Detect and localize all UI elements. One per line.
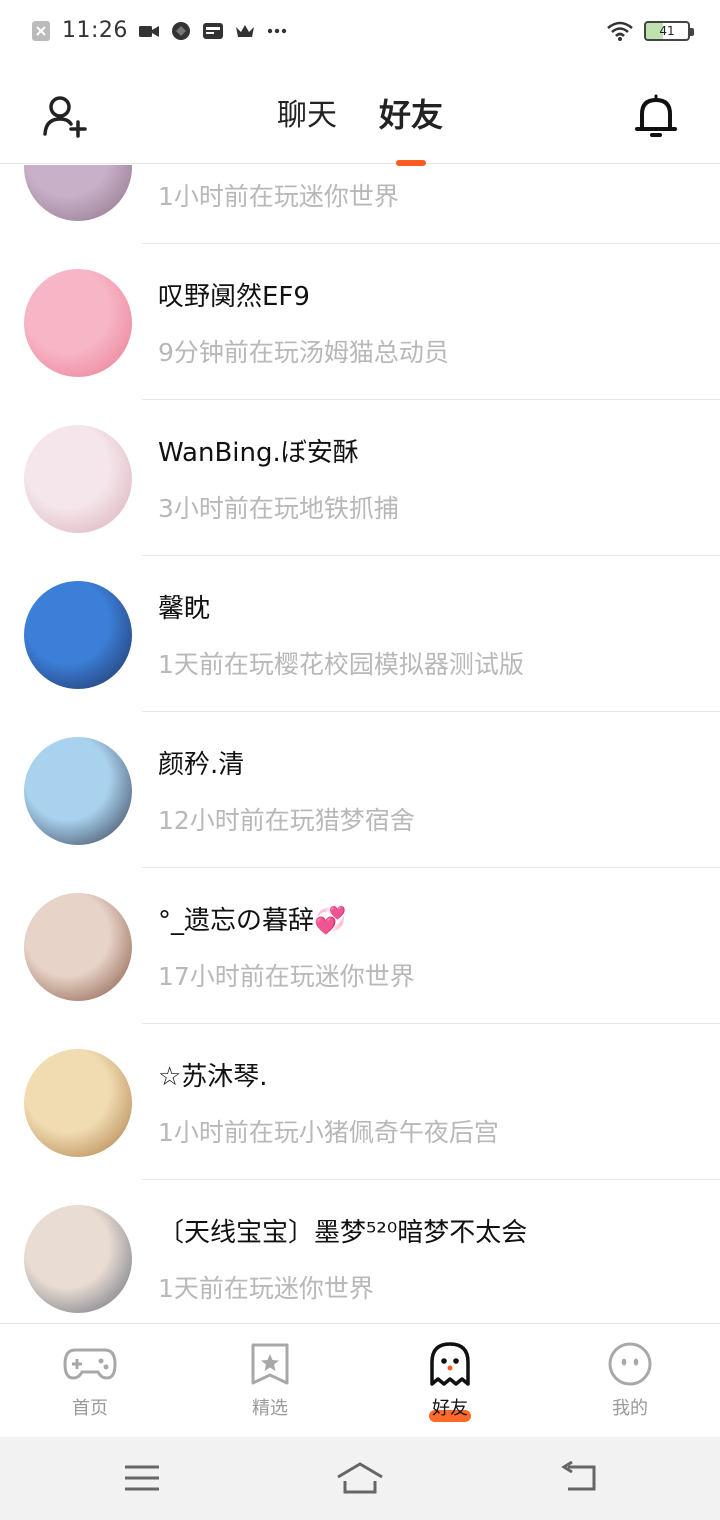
nav-friends-label: 好友	[432, 1398, 468, 1419]
avatar[interactable]	[24, 581, 132, 689]
friend-name: WanBing.ぼ安酥	[158, 438, 359, 468]
video-icon	[138, 25, 159, 37]
back-icon[interactable]	[560, 1461, 600, 1495]
menu-icon[interactable]	[122, 1461, 162, 1495]
active-tab-indicator	[395, 160, 426, 166]
avatar[interactable]	[24, 1049, 132, 1157]
star-badge-icon	[251, 1343, 289, 1385]
friend-name: ☆苏沐琴.	[158, 1062, 268, 1092]
wifi-icon	[607, 21, 633, 41]
friend-name: 颜矜.清	[158, 750, 245, 780]
avatar[interactable]	[24, 425, 132, 533]
friend-row[interactable]: 叹野阒然EF9 9分钟前在玩汤姆猫总动员	[0, 244, 720, 400]
avatar[interactable]	[24, 893, 132, 1001]
nav-featured-label: 精选	[252, 1398, 288, 1419]
avatar[interactable]	[24, 737, 132, 845]
friend-row[interactable]: °_遗忘の暮辞💞 17小时前在玩迷你世界	[0, 868, 720, 1024]
friend-play-status: 1小时前在玩迷你世界	[158, 182, 399, 211]
friend-play-status: 3小时前在玩地铁抓捕	[158, 494, 399, 523]
face-icon	[608, 1342, 652, 1386]
avatar[interactable]	[24, 1205, 132, 1313]
friend-row[interactable]: WanBing.ぼ安酥 3小时前在玩地铁抓捕	[0, 400, 720, 556]
avatar[interactable]	[24, 165, 132, 221]
ghost-icon	[430, 1342, 470, 1386]
nav-friends[interactable]: 好友	[360, 1324, 540, 1437]
nav-me[interactable]: 我的	[540, 1324, 720, 1437]
friend-name: 馨眈	[158, 594, 211, 624]
more-dots-icon	[267, 28, 287, 33]
friend-row[interactable]: 1小时前在玩迷你世界	[0, 165, 720, 244]
app-badge-icon	[171, 21, 190, 40]
friend-play-status: 1天前在玩迷你世界	[158, 1274, 374, 1303]
gamepad-icon	[63, 1348, 117, 1380]
top-header: 聊天 好友	[0, 64, 720, 166]
nav-home[interactable]: 首页	[0, 1324, 180, 1437]
tab-friends-label: 好友	[378, 96, 443, 134]
status-time: 11:26	[62, 18, 128, 43]
bell-icon[interactable]	[634, 92, 678, 140]
friend-name: 〔天线宝宝〕墨梦⁵²⁰暗梦不太会	[158, 1218, 528, 1248]
card-icon	[202, 22, 223, 39]
status-bar: 11:26 41	[0, 0, 720, 64]
friend-row[interactable]: 〔天线宝宝〕墨梦⁵²⁰暗梦不太会 1天前在玩迷你世界	[0, 1180, 720, 1323]
battery-level: 41	[659, 24, 675, 38]
tab-chat-label: 聊天	[276, 98, 337, 133]
avatar[interactable]	[24, 269, 132, 377]
nav-featured[interactable]: 精选	[180, 1324, 360, 1437]
friend-list[interactable]: 1小时前在玩迷你世界 叹野阒然EF9 9分钟前在玩汤姆猫总动员 WanBing.ぼ安酥…	[0, 165, 720, 1323]
tab-chat[interactable]: 聊天	[275, 90, 339, 136]
friend-row[interactable]: 馨眈 1天前在玩樱花校园模拟器测试版	[0, 556, 720, 712]
crown-icon	[235, 24, 254, 37]
friend-row[interactable]: 颜矜.清 12小时前在玩猎梦宿舍	[0, 712, 720, 868]
notification-x-icon	[32, 20, 50, 41]
bottom-nav: 首页 精选 好友 我的	[0, 1323, 720, 1437]
friend-play-status: 17小时前在玩迷你世界	[158, 962, 415, 991]
battery-indicator: 41	[644, 21, 694, 41]
friend-play-status: 1小时前在玩小猪佩奇午夜后宫	[158, 1118, 499, 1147]
friend-name: °_遗忘の暮辞💞	[158, 906, 347, 936]
friend-row[interactable]: ☆苏沐琴. 1小时前在玩小猪佩奇午夜后宫	[0, 1024, 720, 1180]
friend-play-status: 12小时前在玩猎梦宿舍	[158, 806, 415, 835]
header-tabs: 聊天 好友	[0, 90, 720, 166]
friend-play-status: 9分钟前在玩汤姆猫总动员	[158, 338, 449, 367]
nav-me-label: 我的	[612, 1398, 648, 1419]
nav-home-label: 首页	[72, 1398, 108, 1419]
friend-name: 叹野阒然EF9	[158, 282, 310, 312]
home-icon[interactable]	[336, 1461, 384, 1495]
friend-play-status: 1天前在玩樱花校园模拟器测试版	[158, 650, 524, 679]
tab-friends[interactable]: 好友	[377, 90, 445, 166]
system-nav-bar	[0, 1437, 720, 1520]
